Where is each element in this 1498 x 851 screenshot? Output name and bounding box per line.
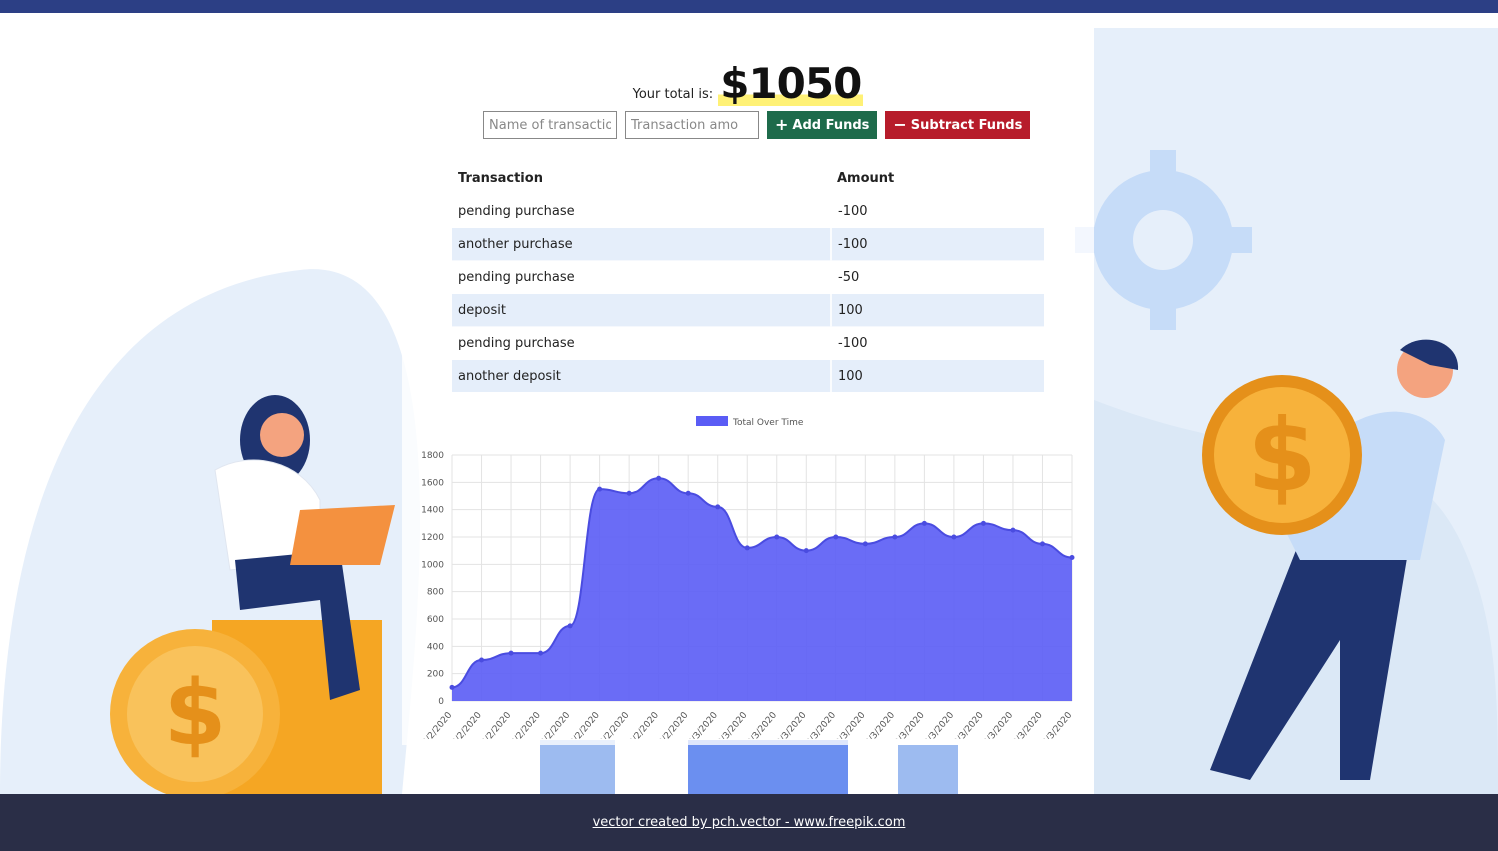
total-label: Your total is: [632,87,714,102]
data-point [833,534,839,540]
transaction-name: pending purchase [452,260,831,294]
transaction-amount: -50 [830,260,1044,294]
data-point [1039,541,1045,547]
data-point [715,504,721,510]
data-point [567,623,573,629]
y-tick-label: 200 [427,670,444,680]
transaction-name: pending purchase [452,194,831,228]
top-bar [0,0,1498,13]
svg-text:$: $ [164,661,227,766]
data-point [685,490,691,496]
data-point [1010,527,1016,533]
column-header-amount: Amount [837,170,895,186]
table-row: deposit 100 [452,293,1044,327]
transaction-amount: -100 [830,326,1044,360]
data-point [656,475,662,481]
x-tick-label: 10/3/2020 [948,710,985,739]
footer: vector created by pch.vector - www.freep… [0,794,1498,851]
transaction-amount: -100 [830,227,1044,261]
total-value: $1050 [718,59,864,108]
data-point [597,486,603,492]
x-tick-label: 10/3/2020 [830,710,867,739]
x-tick-label: 10/3/2020 [1037,710,1074,739]
transaction-name: another purchase [452,227,831,261]
x-tick-label: 10/2/2020 [594,710,631,739]
table-row: pending purchase -100 [452,194,1044,228]
data-point [449,684,455,690]
x-tick-label: 10/3/2020 [771,710,808,739]
data-point [980,520,986,526]
table-row: another purchase -100 [452,227,1044,261]
chart-svg: 0 200 400 600 800 1000 1200 1400 1600 1800 10/2/20… [417,416,1075,752]
x-tick-label: 10/3/2020 [801,710,838,739]
legend-swatch [696,416,728,426]
x-tick-label: 10/2/2020 [653,710,690,739]
table-row: pending purchase -50 [452,260,1044,294]
transaction-name: pending purchase [452,326,831,360]
transaction-amount: 100 [830,293,1044,327]
legend-label: Total Over Time [732,418,804,428]
x-tick-label: 10/2/2020 [535,710,572,739]
y-tick-label: 1600 [421,478,444,488]
transaction-form: + Add Funds − Subtract Funds [483,111,1031,139]
x-tick-label: 10/3/2020 [889,710,926,739]
transaction-amount-input[interactable] [625,111,759,139]
data-point [1069,555,1075,560]
credit-link[interactable]: vector created by pch.vector - www.freep… [593,815,906,830]
svg-text:$: $ [1247,397,1317,514]
y-tick-label: 1800 [421,451,444,461]
series-area [452,478,1072,701]
data-point [862,541,868,547]
y-tick-label: 800 [427,588,444,598]
x-tick-label: 10/2/2020 [624,710,661,739]
y-tick-label: 0 [438,697,444,707]
x-tick-label: 10/3/2020 [978,710,1015,739]
transactions-table: Transaction Amount pending purchase -100… [452,162,1044,392]
transaction-name-input[interactable] [483,111,617,139]
y-tick-label: 400 [427,642,444,652]
transaction-name: another deposit [452,359,831,392]
minus-icon: − [893,115,907,134]
subtract-funds-button[interactable]: − Subtract Funds [885,111,1031,139]
transaction-name: deposit [452,293,831,327]
x-tick-label: 10/3/2020 [1007,710,1044,739]
table-header-row: Transaction Amount [452,162,1044,195]
table-row: pending purchase -100 [452,326,1044,360]
total-chart: 0 200 400 600 800 1000 1200 1400 1600 1800 10/2/20… [402,399,1094,752]
data-point [803,548,809,554]
add-funds-button[interactable]: + Add Funds [767,111,878,139]
transaction-amount: -100 [830,194,1044,228]
x-tick-label: 10/2/2020 [446,710,483,739]
data-point [892,534,898,540]
data-point [479,657,485,663]
add-funds-label: Add Funds [792,117,870,133]
x-tick-label: 10/3/2020 [742,710,779,739]
y-tick-label: 1200 [421,533,444,543]
x-tick-label: 10/2/2020 [506,710,543,739]
y-tick-label: 1000 [421,560,444,570]
x-tick-label: 10/2/2020 [476,710,513,739]
plus-icon: + [775,115,789,134]
y-tick-label: 1400 [421,506,444,516]
data-point [744,545,750,551]
subtract-funds-label: Subtract Funds [910,117,1023,133]
x-tick-label: 10/3/2020 [683,710,720,739]
x-tick-label: 10/3/2020 [919,710,956,739]
x-tick-label: 10/2/2020 [417,710,454,739]
data-point [951,534,957,540]
y-tick-label: 600 [427,615,444,625]
x-tick-label: 10/2/2020 [565,710,602,739]
budget-panel: Your total is: $1050 + Add Funds − Subtr… [402,29,1094,752]
data-point [626,490,632,496]
data-point [538,650,544,656]
x-tick-label: 10/3/2020 [712,710,749,739]
transaction-amount: 100 [830,359,1044,392]
column-header-transaction: Transaction [458,170,543,186]
data-point [774,534,780,540]
total-row: Your total is: $1050 [402,59,1094,108]
data-point [921,520,927,526]
table-row: another deposit 100 [452,359,1044,392]
x-tick-label: 10/3/2020 [860,710,897,739]
data-point [508,650,514,656]
